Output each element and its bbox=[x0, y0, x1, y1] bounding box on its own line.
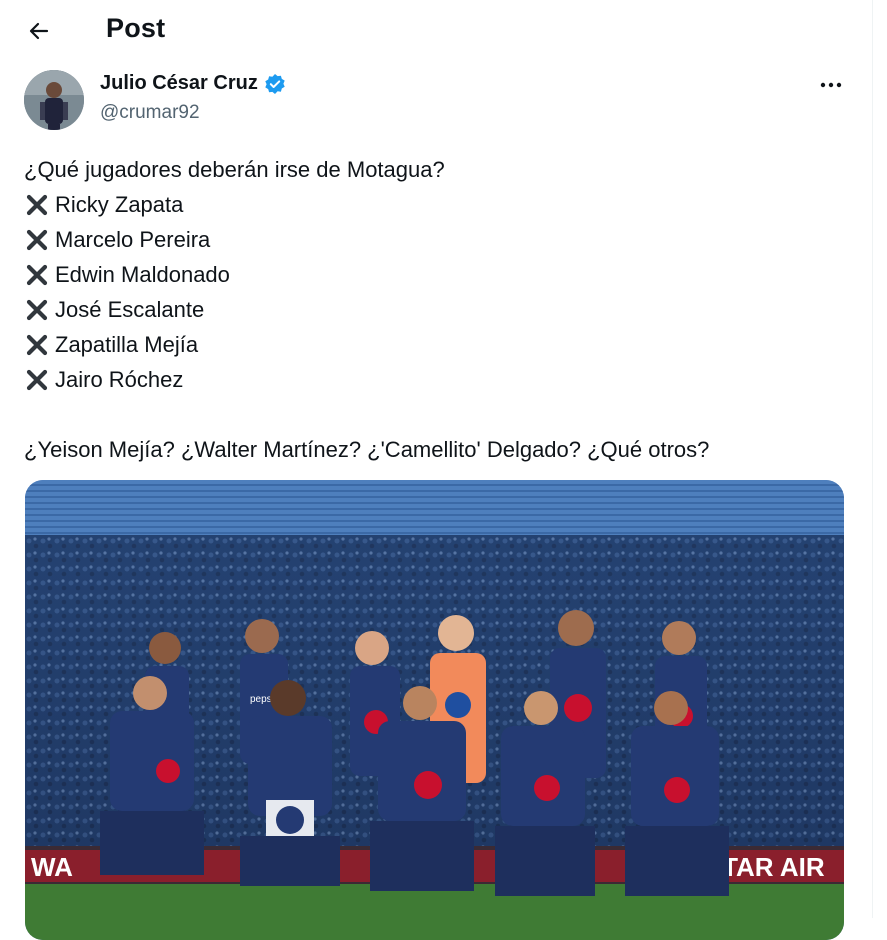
cross-mark-icon bbox=[26, 334, 48, 355]
author-name[interactable]: Julio César Cruz bbox=[100, 72, 286, 95]
author-handle[interactable]: @crumar92 bbox=[100, 102, 200, 124]
tweet-question: ¿Qué jugadores deberán irse de Motagua? bbox=[24, 157, 445, 182]
author-name-text: Julio César Cruz bbox=[100, 72, 258, 94]
banner-left-text: WA bbox=[31, 852, 73, 882]
cross-mark-icon bbox=[26, 229, 48, 250]
player-list: Ricky Zapata Marcelo Pereira Edwin Maldona… bbox=[24, 187, 844, 397]
player-name: Edwin Maldonado bbox=[55, 262, 230, 287]
player-name: Jairo Róchez bbox=[55, 367, 184, 392]
avatar[interactable] bbox=[24, 70, 84, 130]
arrow-left-icon bbox=[29, 22, 49, 40]
verified-badge-icon bbox=[264, 73, 286, 95]
player-list-item: José Escalante bbox=[24, 292, 844, 327]
team-photo[interactable]: WA QATAR AIR pepsi bbox=[25, 480, 844, 940]
more-options-button[interactable] bbox=[816, 74, 846, 96]
player-list-item: Marcelo Pereira bbox=[24, 222, 844, 257]
cross-mark-icon bbox=[26, 194, 48, 215]
page-title: Post bbox=[106, 13, 166, 43]
player-list-item: Zapatilla Mejía bbox=[24, 327, 844, 362]
player-list-item: Jairo Róchez bbox=[24, 362, 844, 397]
tweet-text: ¿Qué jugadores deberán irse de Motagua? … bbox=[24, 152, 844, 467]
cross-mark-icon bbox=[26, 369, 48, 390]
player-name: Ricky Zapata bbox=[55, 192, 184, 217]
player-list-item: Edwin Maldonado bbox=[24, 257, 844, 292]
player-name: José Escalante bbox=[55, 297, 205, 322]
player-name: Marcelo Pereira bbox=[55, 227, 211, 252]
player-list-item: Ricky Zapata bbox=[24, 187, 844, 222]
more-horizontal-icon bbox=[820, 82, 842, 88]
player-name: Zapatilla Mejía bbox=[55, 332, 199, 357]
cross-mark-icon bbox=[26, 299, 48, 320]
post-header: Post bbox=[0, 0, 860, 60]
timeline-border bbox=[872, 0, 873, 918]
tweet-followup: ¿Yeison Mejía? ¿Walter Martínez? ¿'Camel… bbox=[24, 437, 710, 462]
cross-mark-icon bbox=[26, 264, 48, 285]
back-button[interactable] bbox=[20, 12, 58, 50]
